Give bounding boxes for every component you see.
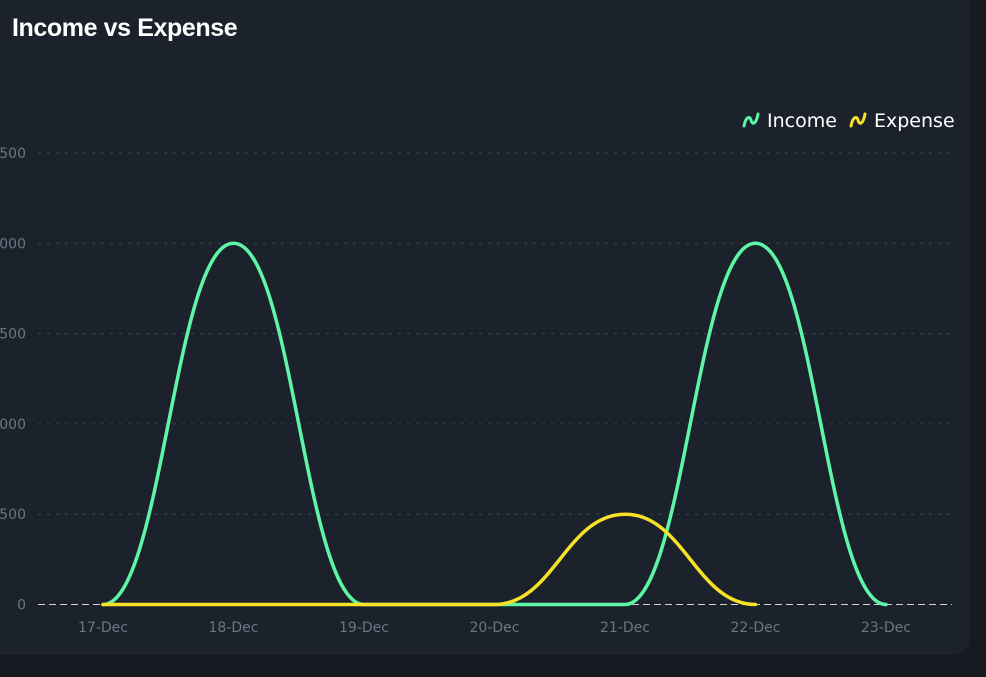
income-legend-icon [742, 112, 760, 128]
y-tick-label: 2500 [0, 146, 26, 162]
x-tick-label: 22-Dec [731, 620, 781, 636]
legend-item-income[interactable]: Income [742, 110, 837, 132]
income-legend-label: Income [767, 110, 837, 132]
income-expense-line-chart: 0 500 1000 1500 2000 2500 17-Dec 18-Dec 19-Dec 2… [0, 110, 955, 636]
y-tick-label: 0 [17, 598, 26, 614]
y-axis-ticks: 0 500 1000 1500 2000 2500 [0, 146, 26, 614]
y-tick-label: 500 [0, 507, 26, 523]
x-tick-label: 23-Dec [861, 620, 911, 636]
x-tick-label: 17-Dec [78, 620, 128, 636]
y-tick-label: 1500 [0, 327, 26, 343]
y-tick-label: 2000 [0, 236, 26, 252]
legend-item-expense[interactable]: Expense [849, 110, 955, 132]
x-tick-label: 20-Dec [470, 620, 520, 636]
x-tick-label: 19-Dec [339, 620, 389, 636]
x-axis-ticks: 17-Dec 18-Dec 19-Dec 20-Dec 21-Dec 22-Dec 23-D… [78, 620, 911, 636]
legend: Income Expense [742, 110, 955, 132]
grid-lines [38, 152, 952, 605]
y-tick-label: 1000 [0, 417, 26, 433]
x-tick-label: 18-Dec [209, 620, 259, 636]
expense-legend-label: Expense [874, 110, 955, 132]
x-tick-label: 21-Dec [600, 620, 650, 636]
expense-legend-icon [849, 112, 867, 128]
